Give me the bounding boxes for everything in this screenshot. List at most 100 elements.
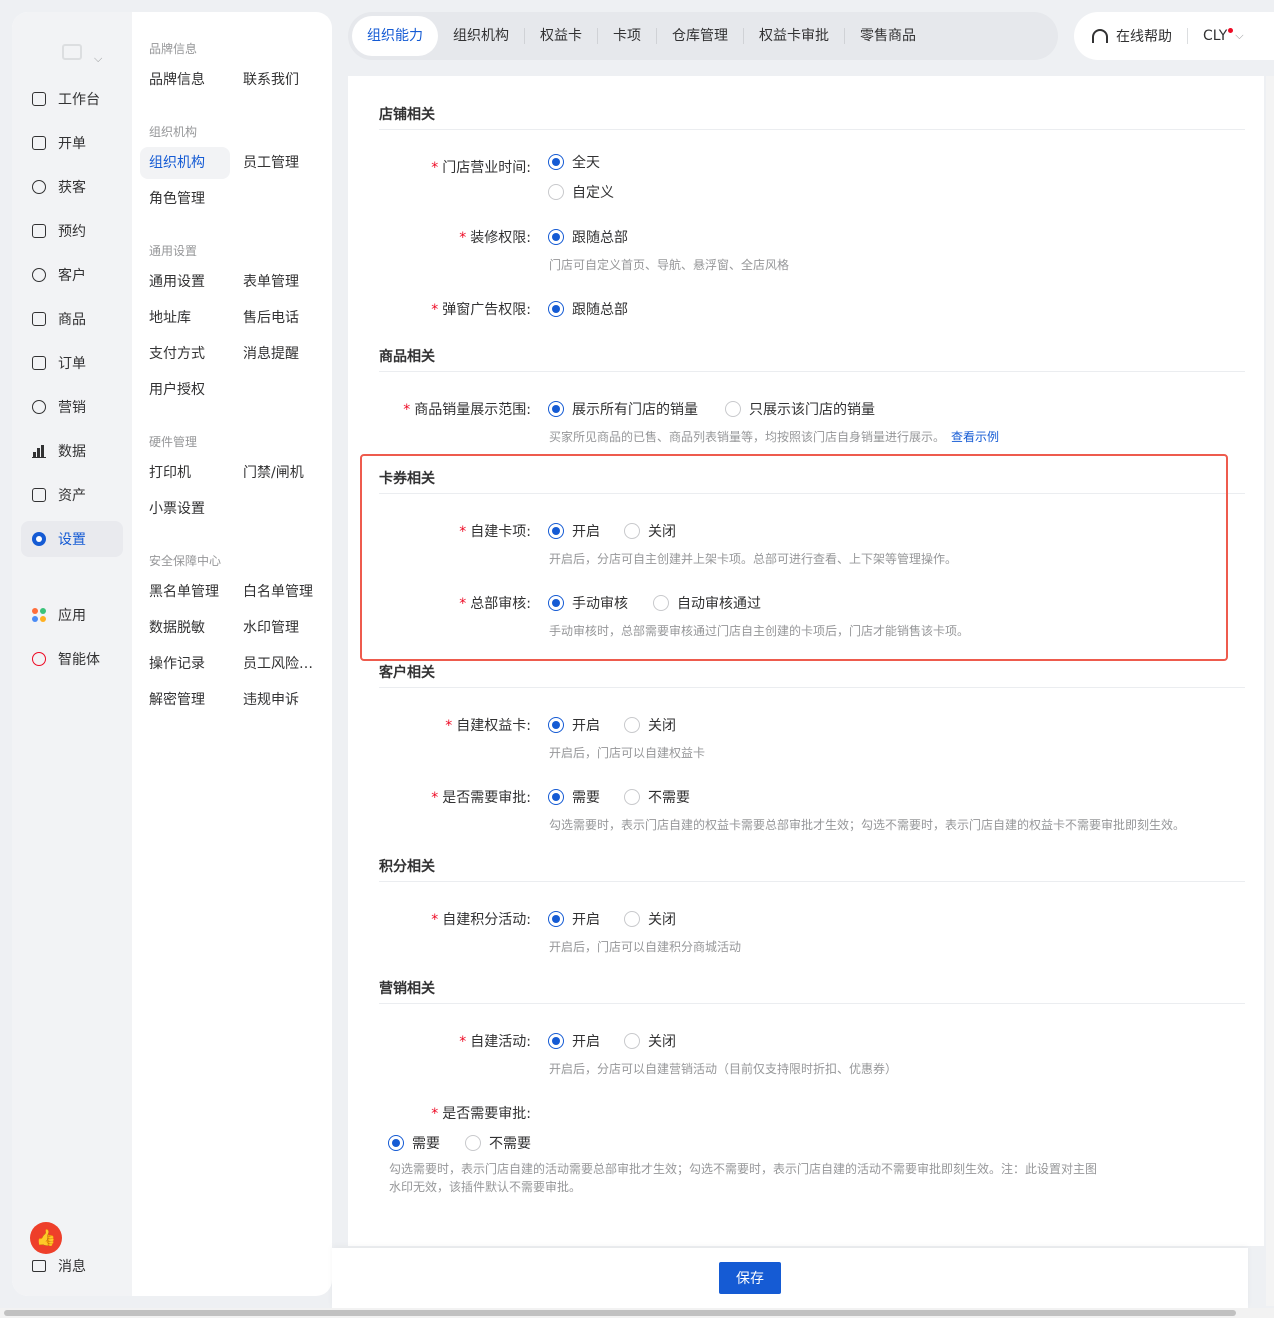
radio-this-store-sales[interactable]: 只展示该门店的销量 <box>725 399 875 419</box>
user-icon <box>32 268 46 282</box>
sub-item-printer[interactable]: 打印机 <box>140 457 230 489</box>
view-example-link[interactable]: 查看示例 <box>951 430 999 444</box>
sub-item-watermark[interactable]: 水印管理 <box>234 612 324 644</box>
sub-item-gate[interactable]: 门禁/闸机 <box>234 457 324 489</box>
tab-benefit-card[interactable]: 权益卡 <box>525 16 597 56</box>
radio-all-day[interactable]: 全天 <box>548 152 600 172</box>
nav-item-data[interactable]: 数据 <box>21 433 123 469</box>
primary-nav: ⌵ 工作台 开单 获客 预约 客户 商品 订单 营销 数据 资产 设置 应用 智… <box>12 12 132 1296</box>
radio-customer-approval-yes[interactable]: 需要 <box>548 787 600 807</box>
nav-item-goods[interactable]: 商品 <box>21 301 123 337</box>
headset-icon <box>1092 29 1108 43</box>
radio-marketing-approval-no[interactable]: 不需要 <box>465 1133 531 1153</box>
sub-item-forms[interactable]: 表单管理 <box>234 266 324 298</box>
sub-item-staff[interactable]: 员工管理 <box>234 147 324 179</box>
tab-warehouse[interactable]: 仓库管理 <box>657 16 743 56</box>
gear-icon <box>32 532 46 546</box>
field-label-customer-approval: * 是否需要审批: <box>431 790 531 806</box>
sub-item-receipt[interactable]: 小票设置 <box>140 493 230 525</box>
horizontal-scrollbar[interactable] <box>0 1308 1274 1318</box>
sub-item-whitelist[interactable]: 白名单管理 <box>234 576 324 608</box>
chevron-down-icon[interactable]: ⌵ <box>1235 29 1243 43</box>
agent-icon <box>32 652 46 666</box>
nav-label: 智能体 <box>58 652 100 668</box>
radio-decor-follow-hq[interactable]: 跟随总部 <box>548 227 628 247</box>
nav-label: 资产 <box>58 488 86 504</box>
nav-item-acquire[interactable]: 获客 <box>21 169 123 205</box>
sub-item-blacklist[interactable]: 黑名单管理 <box>140 576 230 608</box>
radio-self-points-off[interactable]: 关闭 <box>624 909 676 929</box>
sub-item-payment[interactable]: 支付方式 <box>140 338 230 370</box>
nav-item-marketing[interactable]: 营销 <box>21 389 123 425</box>
nav-item-booking[interactable]: 预约 <box>21 213 123 249</box>
radio-auto-review[interactable]: 自动审核通过 <box>653 593 761 613</box>
group-title: 通用设置 <box>149 244 198 258</box>
nav-item-order-create[interactable]: 开单 <box>21 125 123 161</box>
radio-self-benefit-on[interactable]: 开启 <box>548 715 600 735</box>
asset-icon <box>32 488 46 502</box>
calendar-icon <box>32 224 46 238</box>
sub-item-aftersale-phone[interactable]: 售后电话 <box>234 302 324 334</box>
tab-org[interactable]: 组织机构 <box>438 16 524 56</box>
sub-item-general[interactable]: 通用设置 <box>140 266 230 298</box>
radio-self-activity-on[interactable]: 开启 <box>548 1031 600 1051</box>
scrollbar-thumb[interactable] <box>4 1310 1236 1316</box>
thumbs-up-icon[interactable]: 👍 <box>30 1222 62 1254</box>
bag-icon <box>32 312 46 326</box>
sub-item-notifications[interactable]: 消息提醒 <box>234 338 324 370</box>
nav-item-settings[interactable]: 设置 <box>21 521 123 557</box>
radio-customer-approval-no[interactable]: 不需要 <box>624 787 690 807</box>
field-label-self-activity: * 自建活动: <box>459 1034 531 1050</box>
chevron-down-icon[interactable]: ⌵ <box>94 52 102 66</box>
store-logo-icon[interactable] <box>62 44 82 60</box>
tab-card-item[interactable]: 卡项 <box>598 16 656 56</box>
nav-item-customer[interactable]: 客户 <box>21 257 123 293</box>
vertical-scrollbar[interactable] <box>1266 76 1274 1306</box>
radio-popup-follow-hq[interactable]: 跟随总部 <box>548 299 628 319</box>
footer-bar: 保存 <box>332 1248 1248 1308</box>
radio-marketing-approval-yes[interactable]: 需要 <box>388 1133 440 1153</box>
tab-retail-goods[interactable]: 零售商品 <box>845 16 931 56</box>
radio-self-card-on[interactable]: 开启 <box>548 521 600 541</box>
sub-item-staff-risk[interactable]: 员工风险监控 <box>234 648 324 680</box>
nav-label: 数据 <box>58 444 86 460</box>
section-title: 积分相关 <box>379 859 435 875</box>
tab-org-capability[interactable]: 组织能力 <box>352 16 438 56</box>
help-link[interactable]: 在线帮助 <box>1116 26 1172 46</box>
divider <box>379 129 1245 130</box>
sub-item-appeal[interactable]: 违规申诉 <box>234 684 324 716</box>
nav-item-workbench[interactable]: 工作台 <box>21 81 123 117</box>
radio-all-store-sales[interactable]: 展示所有门店的销量 <box>548 399 698 419</box>
tab-benefit-approval[interactable]: 权益卡审批 <box>744 16 844 56</box>
save-button[interactable]: 保存 <box>719 1262 781 1294</box>
nav-item-orders[interactable]: 订单 <box>21 345 123 381</box>
section-title: 客户相关 <box>379 665 435 681</box>
sub-item-contact[interactable]: 联系我们 <box>234 64 324 96</box>
user-menu[interactable]: CLY <box>1203 28 1234 44</box>
hint-self-card: 开启后，分店可自主创建并上架卡项。总部可进行查看、上下架等管理操作。 <box>549 552 958 566</box>
radio-self-benefit-off[interactable]: 关闭 <box>624 715 676 735</box>
sub-item-org[interactable]: 组织机构 <box>140 147 230 179</box>
sub-item-roles[interactable]: 角色管理 <box>140 183 230 215</box>
radio-self-card-off[interactable]: 关闭 <box>624 521 676 541</box>
radio-self-activity-off[interactable]: 关闭 <box>624 1031 676 1051</box>
radio-manual-review[interactable]: 手动审核 <box>548 593 628 613</box>
header-actions: 在线帮助 CLY ⌵ <box>1074 12 1274 60</box>
nav-label: 工作台 <box>58 92 100 108</box>
sub-item-user-auth[interactable]: 用户授权 <box>140 374 230 406</box>
radio-custom-hours[interactable]: 自定义 <box>548 182 614 202</box>
radio-self-points-on[interactable]: 开启 <box>548 909 600 929</box>
sub-item-decrypt[interactable]: 解密管理 <box>140 684 230 716</box>
tab-bar: 组织能力 组织机构 权益卡 卡项 仓库管理 权益卡审批 零售商品 <box>348 12 1058 60</box>
sub-item-oplog[interactable]: 操作记录 <box>140 648 230 680</box>
sub-item-address[interactable]: 地址库 <box>140 302 230 334</box>
sub-item-desensitize[interactable]: 数据脱敏 <box>140 612 230 644</box>
field-label-store-hours: * 门店营业时间: <box>431 160 531 176</box>
nav-item-agent[interactable]: 智能体 <box>21 641 123 677</box>
group-title: 安全保障中心 <box>149 554 222 568</box>
section-title: 店铺相关 <box>379 107 435 123</box>
sub-item-brand-info[interactable]: 品牌信息 <box>140 64 230 96</box>
nav-item-assets[interactable]: 资产 <box>21 477 123 513</box>
nav-item-apps[interactable]: 应用 <box>21 597 123 633</box>
nav-item-messages[interactable]: 消息 <box>32 1256 86 1276</box>
